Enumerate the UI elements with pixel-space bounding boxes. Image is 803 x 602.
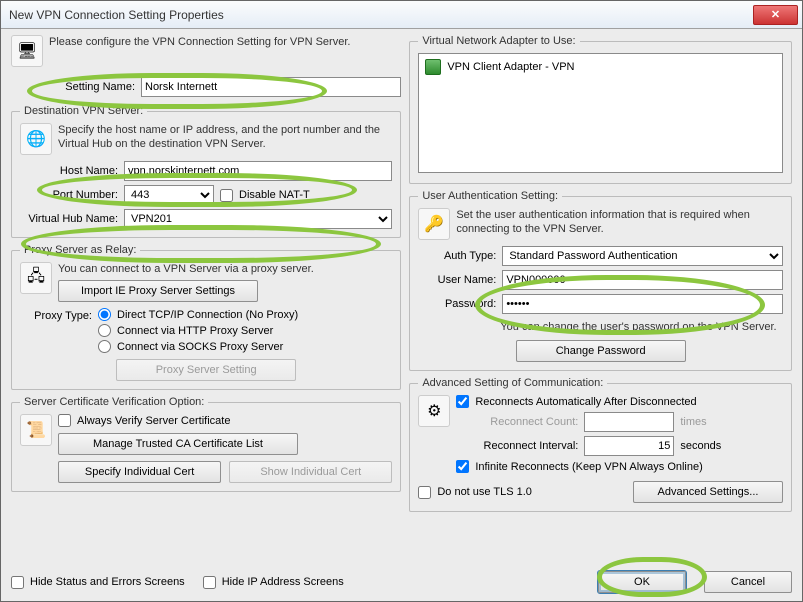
advanced-legend: Advanced Setting of Communication: — [418, 377, 607, 389]
cancel-button[interactable]: Cancel — [704, 571, 792, 593]
proxy-group: Proxy Server as Relay: 🖧 You can connect… — [11, 244, 401, 390]
proxy-server-setting-button[interactable]: Proxy Server Setting — [116, 359, 296, 381]
window-title: New VPN Connection Setting Properties — [9, 8, 753, 22]
advanced-group: Advanced Setting of Communication: ⚙ Rec… — [409, 377, 792, 512]
destination-legend: Destination VPN Server: — [20, 105, 147, 117]
auth-icon: 🔑 — [418, 208, 450, 240]
adapter-icon — [425, 59, 441, 75]
reconnect-interval-input[interactable] — [584, 436, 674, 456]
disable-natt-check[interactable]: Disable NAT-T — [220, 189, 310, 202]
setting-name-input[interactable] — [141, 77, 401, 97]
no-tls-check[interactable]: Do not use TLS 1.0 — [418, 486, 532, 499]
proxy-desc: You can connect to a VPN Server via a pr… — [58, 262, 392, 276]
auth-legend: User Authentication Setting: — [418, 190, 562, 202]
show-cert-button[interactable]: Show Individual Cert — [229, 461, 392, 483]
reconnect-count-suffix: times — [680, 416, 706, 428]
always-verify-check[interactable]: Always Verify Server Certificate — [58, 414, 392, 427]
user-name-input[interactable] — [502, 270, 783, 290]
infinite-reconnects-check[interactable]: Infinite Reconnects (Keep VPN Always Onl… — [456, 460, 783, 473]
intro-text: Please configure the VPN Connection Sett… — [49, 35, 401, 49]
cert-group: Server Certificate Verification Option: … — [11, 396, 401, 492]
reconnect-interval-label: Reconnect Interval: — [456, 440, 578, 452]
auth-group: User Authentication Setting: 🔑 Set the u… — [409, 190, 792, 371]
manage-ca-button[interactable]: Manage Trusted CA Certificate List — [58, 433, 298, 455]
auth-note: You can change the user's password on th… — [500, 320, 783, 334]
user-name-label: User Name: — [418, 274, 496, 286]
advanced-settings-button[interactable]: Advanced Settings... — [633, 481, 783, 503]
gear-icon: ⚙ — [418, 395, 450, 427]
adapter-group: Virtual Network Adapter to Use: VPN Clie… — [409, 35, 792, 184]
virtual-hub-select[interactable]: VPN201 — [124, 209, 392, 229]
reconnect-count-input[interactable] — [584, 412, 674, 432]
proxy-icon: 🖧 — [20, 262, 52, 294]
import-ie-proxy-button[interactable]: Import IE Proxy Server Settings — [58, 280, 258, 302]
cert-icon: 📜 — [20, 414, 52, 446]
proxy-socks-radio[interactable]: Connect via SOCKS Proxy Server — [98, 340, 392, 353]
vpn-icon: 🖥 — [11, 35, 43, 67]
ok-button[interactable]: OK — [598, 571, 686, 593]
proxy-direct-radio[interactable]: Direct TCP/IP Connection (No Proxy) — [98, 308, 392, 321]
hide-ip-check[interactable]: Hide IP Address Screens — [203, 576, 344, 589]
virtual-hub-label: Virtual Hub Name: — [20, 213, 118, 225]
auth-type-select[interactable]: Standard Password Authentication — [502, 246, 783, 266]
port-number-select[interactable]: 443 — [124, 185, 214, 205]
hide-status-check[interactable]: Hide Status and Errors Screens — [11, 576, 185, 589]
adapter-list[interactable]: VPN Client Adapter - VPN — [418, 53, 783, 173]
password-label: Password: — [418, 298, 496, 310]
setting-name-label: Setting Name: — [51, 81, 135, 93]
host-name-label: Host Name: — [20, 165, 118, 177]
auth-desc: Set the user authentication information … — [456, 208, 783, 237]
change-password-button[interactable]: Change Password — [516, 340, 686, 362]
reconnect-interval-suffix: seconds — [680, 440, 721, 452]
proxy-http-radio[interactable]: Connect via HTTP Proxy Server — [98, 324, 392, 337]
hub-icon: 🌐 — [20, 123, 52, 155]
close-button[interactable]: ✕ — [753, 5, 798, 25]
host-name-input[interactable] — [124, 161, 392, 181]
cert-legend: Server Certificate Verification Option: — [20, 396, 208, 408]
adapter-item[interactable]: VPN Client Adapter - VPN — [423, 58, 778, 76]
destination-group: Destination VPN Server: 🌐 Specify the ho… — [11, 105, 401, 238]
destination-desc: Specify the host name or IP address, and… — [58, 123, 392, 152]
reconnect-count-label: Reconnect Count: — [456, 416, 578, 428]
adapter-legend: Virtual Network Adapter to Use: — [418, 35, 579, 47]
password-input[interactable] — [502, 294, 783, 314]
auth-type-label: Auth Type: — [418, 250, 496, 262]
proxy-type-label: Proxy Type: — [20, 308, 92, 322]
proxy-legend: Proxy Server as Relay: — [20, 244, 140, 256]
specify-cert-button[interactable]: Specify Individual Cert — [58, 461, 221, 483]
reconnect-auto-check[interactable]: Reconnects Automatically After Disconnec… — [456, 395, 783, 408]
port-number-label: Port Number: — [20, 189, 118, 201]
